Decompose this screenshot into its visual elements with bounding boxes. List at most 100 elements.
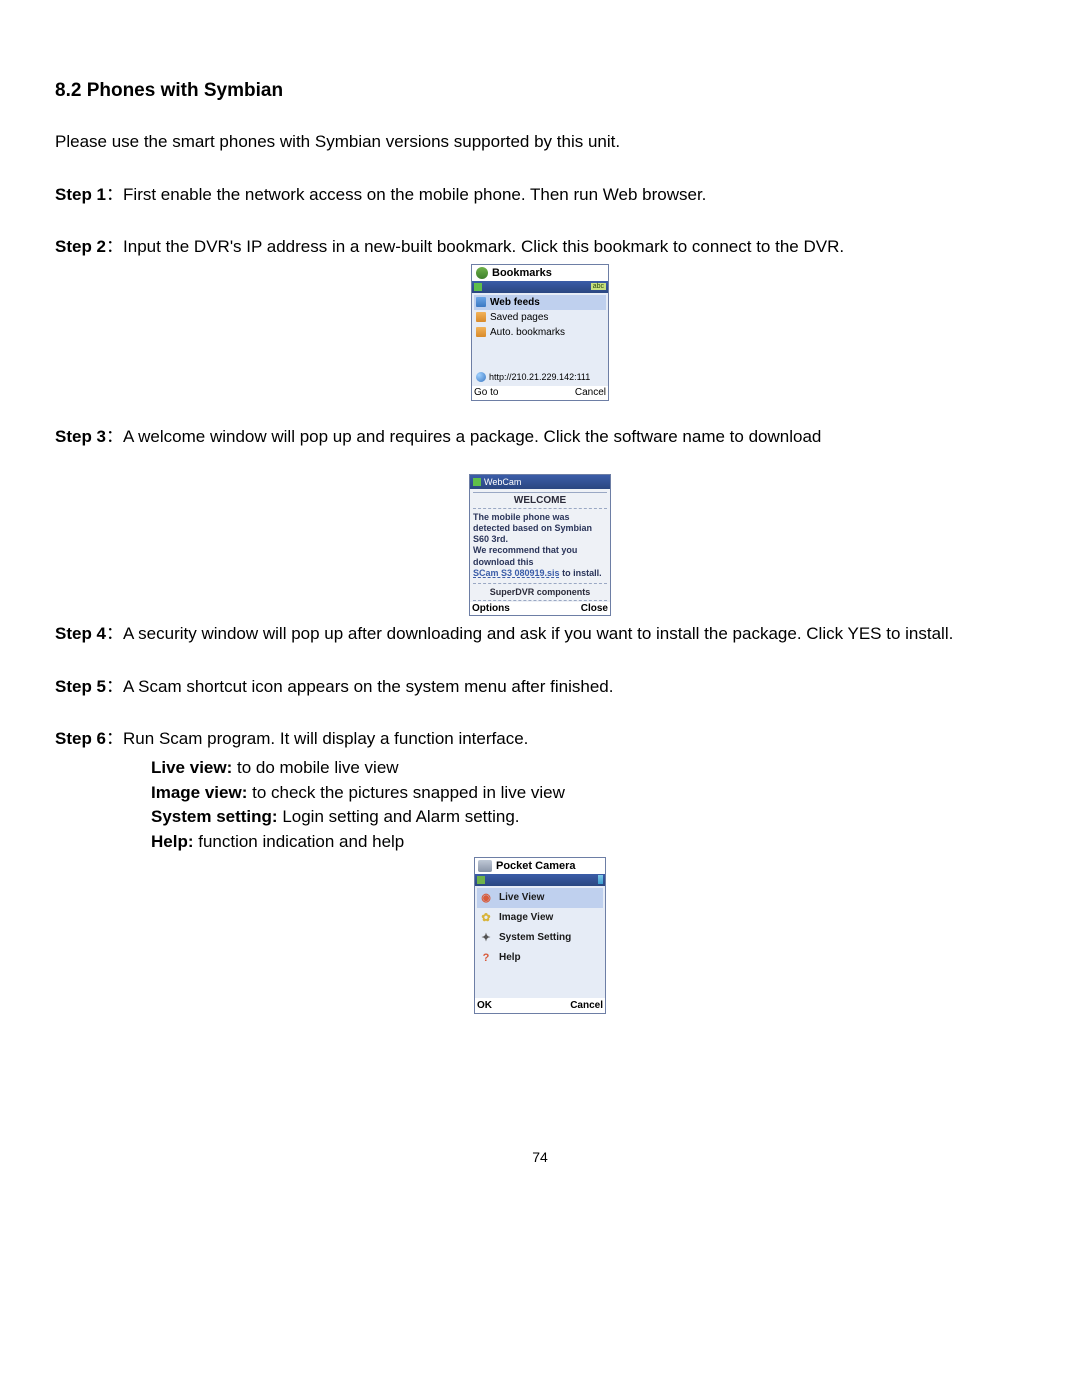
- step-1: Step 1：First enable the network access o…: [55, 183, 1025, 208]
- step-label: Step 4: [55, 624, 106, 643]
- step-2: Step 2：Input the DVR's IP address in a n…: [55, 235, 1025, 260]
- folder-icon: [476, 312, 486, 322]
- step-label: Step 5: [55, 677, 106, 696]
- detail-text: function indication and help: [194, 832, 405, 851]
- bookmarks-titlebar: Bookmarks: [472, 265, 608, 281]
- welcome-body: WELCOME The mobile phone was detected ba…: [470, 489, 610, 603]
- components-heading: SuperDVR components: [473, 583, 607, 601]
- intro-paragraph: Please use the smart phones with Symbian…: [55, 130, 1025, 155]
- bookmarks-title: Bookmarks: [492, 267, 552, 279]
- folder-icon: [476, 297, 486, 307]
- detail-text: to check the pictures snapped in live vi…: [247, 783, 565, 802]
- detail-text: Login setting and Alarm setting.: [278, 807, 520, 826]
- step-separator: ：: [106, 677, 123, 696]
- step-separator: ：: [106, 237, 123, 256]
- world-icon: [476, 372, 486, 382]
- pocket-menu: ◉ Live View ✿ Image View ✦ System Settin…: [475, 886, 605, 998]
- detail-label: Image view:: [151, 783, 247, 802]
- welcome-header: WebCam: [470, 475, 610, 489]
- softkey-bar: Options Close: [470, 602, 610, 615]
- signal-icon: [477, 876, 485, 884]
- image-view-icon: ✿: [479, 911, 493, 925]
- status-bar: [475, 874, 605, 886]
- msg-line: The mobile phone was: [473, 512, 570, 522]
- menu-label: Live View: [499, 892, 544, 903]
- step-3: Step 3：A welcome window will pop up and …: [55, 425, 1025, 450]
- menu-item-help[interactable]: ? Help: [477, 948, 603, 968]
- msg-line: S60 3rd.: [473, 534, 508, 544]
- app-name: WebCam: [484, 477, 521, 487]
- bookmark-item-saved-pages[interactable]: Saved pages: [474, 310, 606, 325]
- msg-tail: to install.: [560, 568, 602, 578]
- menu-item-live-view[interactable]: ◉ Live View: [477, 888, 603, 908]
- bookmarks-list: Web feeds Saved pages Auto. bookmarks ht…: [472, 293, 608, 386]
- softkey-bar: OK Cancel: [475, 998, 605, 1013]
- bookmark-label: Auto. bookmarks: [490, 327, 565, 338]
- pocket-title: Pocket Camera: [496, 860, 576, 872]
- battery-icon: [598, 875, 603, 884]
- live-view-icon: ◉: [479, 891, 493, 905]
- step-text: First enable the network access on the m…: [123, 185, 706, 204]
- section-title: 8.2 Phones with Symbian: [55, 80, 1025, 102]
- bookmark-item-web-feeds[interactable]: Web feeds: [474, 295, 606, 310]
- step-text: A Scam shortcut icon appears on the syst…: [123, 677, 613, 696]
- welcome-title: WELCOME: [473, 492, 607, 509]
- detail-live-view: Live view: to do mobile live view: [151, 756, 1025, 781]
- camera-icon: [478, 860, 492, 872]
- step-label: Step 3: [55, 427, 106, 446]
- step-text: Run Scam program. It will display a func…: [123, 729, 528, 748]
- download-link[interactable]: SCam S3 080919.sis: [473, 568, 560, 578]
- url-input-row[interactable]: http://210.21.229.142:111: [474, 370, 606, 384]
- softkey-left[interactable]: Options: [472, 603, 510, 614]
- help-icon: ?: [479, 951, 493, 965]
- step-text: A security window will pop up after down…: [123, 624, 953, 643]
- settings-icon: ✦: [479, 931, 493, 945]
- detail-label: Live view:: [151, 758, 232, 777]
- menu-label: System Setting: [499, 932, 571, 943]
- page-number: 74: [0, 1149, 1080, 1165]
- status-bar: abc: [472, 281, 608, 293]
- step-5: Step 5：A Scam shortcut icon appears on t…: [55, 675, 1025, 700]
- softkey-right[interactable]: Cancel: [575, 387, 606, 398]
- screenshot-pocket-camera: Pocket Camera ◉ Live View ✿ Image View ✦…: [474, 857, 606, 1014]
- manual-page: 8.2 Phones with Symbian Please use the s…: [0, 0, 1080, 1397]
- msg-line: We recommend that you: [473, 545, 577, 555]
- menu-label: Image View: [499, 912, 553, 923]
- signal-icon: [473, 478, 481, 486]
- step-separator: ：: [106, 729, 123, 748]
- detail-text: to do mobile live view: [232, 758, 398, 777]
- pocket-titlebar: Pocket Camera: [475, 858, 605, 874]
- screenshot-welcome: WebCam WELCOME The mobile phone was dete…: [469, 474, 611, 617]
- detail-image-view: Image view: to check the pictures snappe…: [151, 781, 1025, 806]
- step-label: Step 1: [55, 185, 106, 204]
- url-text: http://210.21.229.142:111: [489, 372, 590, 382]
- step-text: Input the DVR's IP address in a new-buil…: [123, 237, 844, 256]
- detail-label: System setting:: [151, 807, 278, 826]
- softkey-right[interactable]: Close: [581, 603, 608, 614]
- step-label: Step 2: [55, 237, 106, 256]
- globe-icon: [476, 267, 488, 279]
- softkey-right[interactable]: Cancel: [570, 1000, 603, 1011]
- step-text: A welcome window will pop up and require…: [123, 427, 821, 446]
- step-6-details: Live view: to do mobile live view Image …: [151, 756, 1025, 855]
- menu-label: Help: [499, 952, 521, 963]
- detail-help: Help: function indication and help: [151, 830, 1025, 855]
- msg-line: detected based on Symbian: [473, 523, 592, 533]
- bookmark-item-auto[interactable]: Auto. bookmarks: [474, 325, 606, 340]
- signal-icon: [474, 283, 482, 291]
- folder-icon: [476, 327, 486, 337]
- menu-item-image-view[interactable]: ✿ Image View: [477, 908, 603, 928]
- bookmark-label: Saved pages: [490, 312, 548, 323]
- step-separator: ：: [106, 427, 123, 446]
- detail-label: Help:: [151, 832, 194, 851]
- softkey-bar: Go to Cancel: [472, 386, 608, 400]
- input-mode-indicator: abc: [591, 283, 606, 290]
- welcome-message: The mobile phone was detected based on S…: [473, 512, 607, 580]
- detail-system-setting: System setting: Login setting and Alarm …: [151, 805, 1025, 830]
- menu-item-system-setting[interactable]: ✦ System Setting: [477, 928, 603, 948]
- step-6: Step 6：Run Scam program. It will display…: [55, 727, 1025, 752]
- softkey-left[interactable]: Go to: [474, 387, 498, 398]
- step-label: Step 6: [55, 729, 106, 748]
- softkey-left[interactable]: OK: [477, 1000, 492, 1011]
- msg-line: download this: [473, 557, 534, 567]
